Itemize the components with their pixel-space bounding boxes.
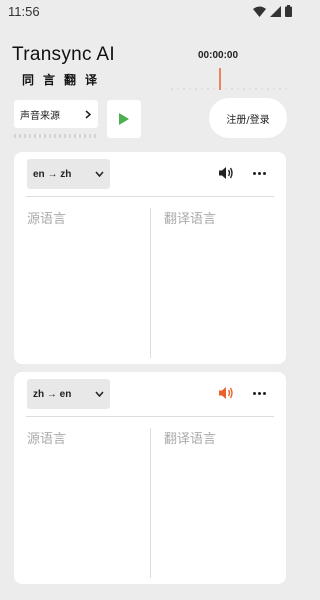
speaker-active-icon[interactable] [218,385,234,401]
source-language-field[interactable]: 源语言 [27,428,66,447]
speaker-icon[interactable] [218,165,234,181]
play-icon [119,113,129,125]
column-divider [150,428,151,578]
play-button[interactable] [107,100,141,138]
translation-card-en-zh: en → zh 源语言 翻译语言 [14,152,286,364]
chevron-right-icon [85,109,92,119]
language-pair-select[interactable]: en → zh [27,159,110,189]
more-options-icon[interactable] [252,385,266,401]
card-divider [26,196,274,197]
audio-level-meter [14,134,96,138]
status-bar: 11:56 [0,0,300,24]
sound-source-select[interactable]: 声音来源 [14,100,98,128]
source-language-field[interactable]: 源语言 [27,208,66,227]
register-login-button[interactable]: 注册/登录 [209,98,287,138]
app-title: Transync AI [12,44,115,65]
language-pair-select[interactable]: zh → en [27,379,110,409]
column-divider [150,208,151,358]
app-subtitle: 同言翻译 [22,73,107,87]
translation-card-zh-en: zh → en 源语言 翻译语言 [14,372,286,584]
wifi-icon [253,6,266,17]
waveform-ruler [171,68,287,90]
signal-icon [270,5,281,17]
language-pair-label: zh → en [33,388,72,400]
target-language-field[interactable]: 翻译语言 [164,208,216,227]
sound-source-label: 声音来源 [20,110,60,122]
language-pair-label: en → zh [33,168,72,180]
chevron-down-icon [95,391,104,397]
card-divider [26,416,274,417]
status-icons [253,5,292,17]
chevron-down-icon [95,171,104,177]
recording-timer: 00:00:00 [198,50,239,61]
battery-icon [285,5,292,17]
more-options-icon[interactable] [252,165,266,181]
target-language-field[interactable]: 翻译语言 [164,428,216,447]
status-time: 11:56 [8,4,40,19]
